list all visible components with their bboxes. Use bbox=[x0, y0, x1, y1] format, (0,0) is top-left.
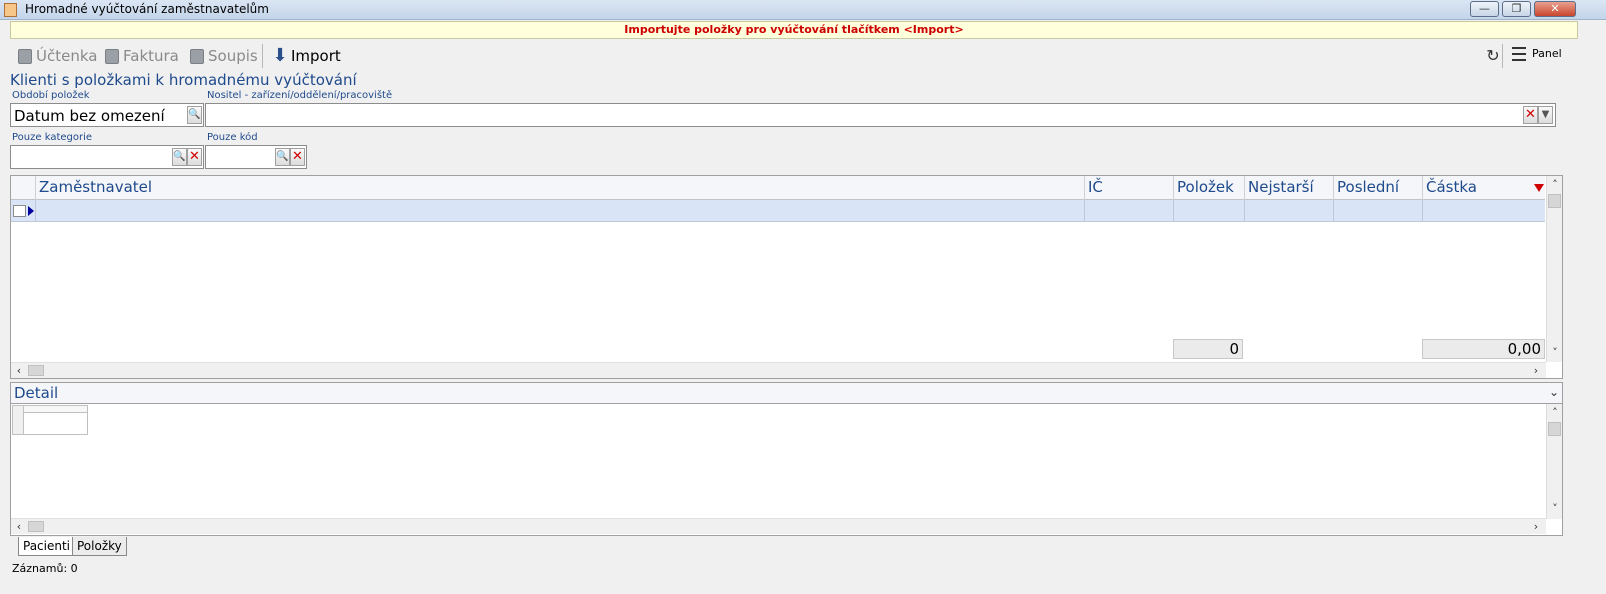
detail-panel: ˄ ˅ ‹ › bbox=[10, 404, 1563, 536]
scroll-left-icon[interactable]: ‹ bbox=[12, 364, 26, 377]
detail-grid-row-header bbox=[13, 406, 24, 434]
scroll-up-icon[interactable]: ˄ bbox=[1548, 178, 1562, 191]
receipt-label: Účtenka bbox=[36, 47, 98, 65]
scroll-left-icon[interactable]: ‹ bbox=[12, 520, 26, 533]
toolbar: Účtenka Faktura Soupis ⬇ Import ↻ Panel bbox=[10, 42, 1596, 70]
arrow-down-icon: ⬇ bbox=[272, 45, 288, 66]
column-header-latest[interactable]: Poslední bbox=[1333, 176, 1422, 200]
app-icon bbox=[4, 3, 17, 17]
grid-vertical-scrollbar[interactable]: ˄ ˅ bbox=[1546, 176, 1562, 362]
items-total: 0 bbox=[1173, 339, 1243, 359]
row-checkbox[interactable] bbox=[13, 205, 26, 217]
invoice-icon bbox=[105, 48, 119, 64]
carrier-clear-icon[interactable]: ✕ bbox=[1523, 106, 1538, 124]
employers-grid[interactable]: Zaměstnavatel IČ Položek Nejstarší Posle… bbox=[10, 175, 1563, 379]
toolbar-separator bbox=[262, 44, 263, 68]
window-title: Hromadné vyúčtování zaměstnavatelům bbox=[25, 2, 269, 16]
sort-desc-icon bbox=[1534, 184, 1544, 192]
detail-title: Detail bbox=[14, 384, 59, 402]
category-field[interactable]: 🔍 ✕ bbox=[10, 145, 204, 169]
grid-header: Zaměstnavatel IČ Položek Nejstarší Posle… bbox=[11, 176, 1545, 200]
period-value: Datum bez omezení bbox=[14, 107, 165, 125]
column-header-oldest[interactable]: Nejstarší bbox=[1244, 176, 1333, 200]
carrier-label: Nositel - zařízení/oddělení/pracoviště bbox=[207, 90, 393, 101]
maximize-button[interactable]: ❐ bbox=[1502, 1, 1531, 17]
info-banner: Importujte položky pro vyúčtování tlačít… bbox=[10, 21, 1578, 39]
grid-cell-divider bbox=[1244, 200, 1245, 222]
detail-vertical-scrollbar[interactable]: ˄ ˅ bbox=[1546, 404, 1562, 519]
code-clear-icon[interactable]: ✕ bbox=[290, 148, 305, 166]
menu-icon[interactable] bbox=[1512, 47, 1526, 61]
status-records: Záznamů: 0 bbox=[12, 562, 78, 575]
scroll-right-icon[interactable]: › bbox=[1529, 520, 1543, 533]
grid-cell-divider bbox=[1333, 200, 1334, 222]
scroll-thumb[interactable] bbox=[1548, 422, 1561, 436]
period-field[interactable]: Datum bez omezení 🔍 bbox=[10, 103, 204, 127]
tab-items[interactable]: Položky bbox=[72, 537, 127, 556]
list-label: Soupis bbox=[208, 47, 258, 65]
receipt-button[interactable]: Účtenka bbox=[18, 45, 97, 67]
title-bar: Hromadné vyúčtování zaměstnavatelům — ❐ … bbox=[0, 0, 1606, 20]
detail-horizontal-scrollbar[interactable]: ‹ › bbox=[11, 518, 1546, 534]
column-header-items[interactable]: Položek bbox=[1173, 176, 1244, 200]
grid-horizontal-scrollbar[interactable]: ‹ › bbox=[11, 362, 1546, 378]
scroll-thumb[interactable] bbox=[1548, 194, 1561, 208]
row-pointer-icon bbox=[28, 206, 34, 216]
import-label: Import bbox=[291, 47, 341, 65]
list-icon bbox=[190, 48, 204, 64]
section-title: Klienti s položkami k hromadnému vyúčtov… bbox=[10, 71, 357, 89]
scroll-right-icon[interactable]: › bbox=[1529, 364, 1543, 377]
scroll-down-icon[interactable]: ˅ bbox=[1548, 502, 1562, 515]
grid-cell-divider bbox=[1084, 200, 1085, 222]
invoice-button[interactable]: Faktura bbox=[105, 45, 179, 67]
receipt-icon bbox=[18, 48, 32, 64]
amount-total: 0,00 bbox=[1422, 339, 1545, 359]
code-search-icon[interactable]: 🔍 bbox=[275, 148, 290, 166]
period-search-icon[interactable]: 🔍 bbox=[187, 106, 202, 124]
minimize-button[interactable]: — bbox=[1470, 1, 1499, 17]
chevron-down-icon[interactable]: ▼ bbox=[1538, 106, 1553, 124]
category-clear-icon[interactable]: ✕ bbox=[187, 148, 202, 166]
tab-patients[interactable]: Pacienti bbox=[18, 537, 76, 556]
table-row[interactable] bbox=[11, 200, 1545, 222]
column-header-employer[interactable]: Zaměstnavatel bbox=[35, 176, 1084, 200]
refresh-icon[interactable]: ↻ bbox=[1484, 47, 1502, 65]
period-label: Období položek bbox=[12, 90, 90, 101]
collapse-icon[interactable]: ⌄ bbox=[1549, 385, 1559, 399]
scroll-thumb[interactable] bbox=[28, 521, 44, 532]
column-header-selector bbox=[11, 176, 35, 200]
carrier-select[interactable]: ✕ ▼ bbox=[205, 103, 1556, 127]
scroll-thumb[interactable] bbox=[28, 365, 44, 376]
invoice-label: Faktura bbox=[123, 47, 179, 65]
list-button[interactable]: Soupis bbox=[190, 45, 258, 67]
detail-header: Detail ⌄ bbox=[10, 382, 1563, 404]
detail-grid-column-header bbox=[24, 406, 87, 413]
category-search-icon[interactable]: 🔍 bbox=[172, 148, 187, 166]
column-header-amount[interactable]: Částka bbox=[1422, 176, 1545, 200]
category-label: Pouze kategorie bbox=[12, 132, 93, 143]
code-label: Pouze kód bbox=[207, 132, 258, 143]
grid-cell-divider bbox=[1173, 200, 1174, 222]
grid-cell-divider bbox=[35, 200, 36, 222]
code-field[interactable]: 🔍 ✕ bbox=[205, 145, 307, 169]
toolbar-separator bbox=[1502, 44, 1503, 68]
import-button[interactable]: ⬇ Import bbox=[272, 45, 341, 67]
grid-cell-divider bbox=[1422, 200, 1423, 222]
panel-button[interactable]: Panel bbox=[1532, 47, 1562, 60]
detail-grid[interactable] bbox=[12, 405, 88, 435]
column-header-ic[interactable]: IČ bbox=[1084, 176, 1173, 200]
scroll-up-icon[interactable]: ˄ bbox=[1548, 406, 1562, 419]
close-button[interactable]: ✕ bbox=[1534, 1, 1576, 17]
scroll-down-icon[interactable]: ˅ bbox=[1548, 346, 1562, 359]
